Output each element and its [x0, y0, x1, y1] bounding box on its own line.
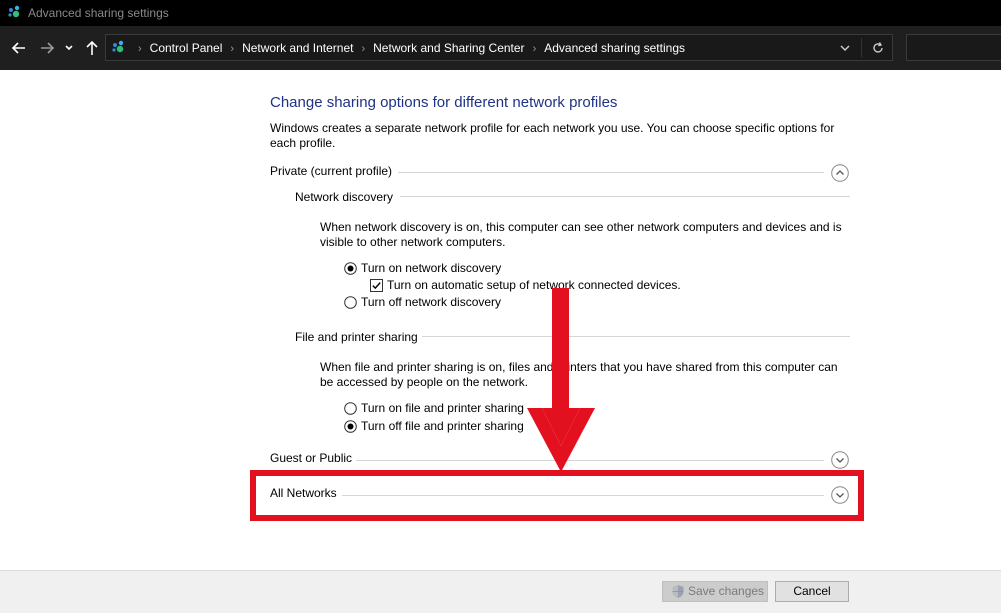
arrow-up-icon — [86, 40, 98, 55]
breadcrumb-separator-icon[interactable]: › — [361, 43, 365, 55]
auto-setup-checkbox[interactable] — [370, 279, 383, 295]
address-bar[interactable]: › Control Panel › Network and Internet › Netw… — [105, 34, 893, 61]
refresh-button[interactable] — [871, 41, 885, 58]
chevron-down-icon — [65, 45, 73, 51]
network-discovery-on-radio[interactable] — [344, 262, 357, 278]
network-discovery-title: Network discovery — [295, 190, 394, 204]
file-printer-sharing-title: File and printer sharing — [295, 330, 418, 344]
breadcrumb-advanced-sharing-settings[interactable]: Advanced sharing settings — [544, 41, 685, 55]
file-sharing-on-radio[interactable] — [344, 402, 357, 418]
breadcrumb-separator-icon[interactable]: › — [533, 43, 537, 55]
breadcrumb: › Control Panel › Network and Internet › Netw… — [130, 41, 685, 55]
network-discovery-off-label[interactable]: Turn off network discovery — [361, 295, 501, 309]
navigation-bar: › Control Panel › Network and Internet › Netw… — [0, 26, 1001, 70]
private-profile-label[interactable]: Private (current profile) — [270, 164, 392, 178]
file-sharing-on-label[interactable]: Turn on file and printer sharing — [361, 401, 524, 415]
file-sharing-off-radio[interactable] — [344, 420, 357, 436]
network-icon — [6, 4, 24, 22]
page-title: Change sharing options for different net… — [270, 94, 618, 111]
breadcrumb-separator-icon[interactable]: › — [138, 43, 142, 55]
network-discovery-off-radio[interactable] — [344, 296, 357, 312]
refresh-icon — [873, 42, 883, 53]
arrow-right-icon — [41, 42, 55, 54]
forward-button[interactable] — [37, 38, 57, 58]
intro-text: Windows creates a separate network profi… — [270, 121, 835, 150]
highlight-box-annotation — [250, 470, 864, 521]
radio-selected-icon — [344, 262, 357, 275]
search-input[interactable] — [906, 34, 1001, 61]
breadcrumb-network-and-sharing-center[interactable]: Network and Sharing Center — [373, 41, 524, 55]
window-title: Advanced sharing settings — [28, 6, 169, 20]
save-changes-label: Save changes — [688, 584, 765, 598]
uac-shield-icon — [671, 584, 685, 605]
cancel-button[interactable]: Cancel — [775, 581, 849, 602]
radio-selected-icon — [344, 420, 357, 433]
expand-guest-button[interactable] — [831, 451, 849, 469]
chevron-up-icon — [831, 164, 849, 182]
arrow-left-icon — [11, 42, 25, 54]
checkbox-checked-icon — [370, 279, 383, 292]
guest-public-profile-label[interactable]: Guest or Public — [270, 451, 352, 465]
network-discovery-description: When network discovery is on, this compu… — [320, 220, 842, 249]
file-sharing-off-label[interactable]: Turn off file and printer sharing — [361, 419, 524, 433]
footer-bar: Save changes Cancel — [0, 570, 1001, 613]
section-divider — [398, 172, 824, 173]
up-button[interactable] — [82, 38, 102, 58]
section-divider — [400, 196, 850, 197]
address-history-button[interactable] — [839, 42, 851, 57]
red-arrow-annotation-icon — [527, 288, 595, 472]
breadcrumb-separator-icon[interactable]: › — [230, 43, 234, 55]
radio-unselected-icon — [344, 402, 357, 415]
title-bar: Advanced sharing settings — [0, 0, 1001, 26]
recent-locations-button[interactable] — [62, 38, 76, 58]
chevron-down-icon — [840, 45, 850, 51]
back-button[interactable] — [9, 38, 29, 58]
chevron-down-icon — [831, 451, 849, 469]
network-icon — [110, 39, 128, 57]
network-discovery-on-label[interactable]: Turn on network discovery — [361, 261, 501, 275]
breadcrumb-network-and-internet[interactable]: Network and Internet — [242, 41, 353, 55]
breadcrumb-control-panel[interactable]: Control Panel — [150, 41, 223, 55]
radio-unselected-icon — [344, 296, 357, 309]
collapse-private-button[interactable] — [831, 164, 849, 182]
save-changes-button[interactable]: Save changes — [662, 581, 768, 602]
section-divider — [422, 336, 850, 337]
address-divider — [861, 38, 862, 57]
